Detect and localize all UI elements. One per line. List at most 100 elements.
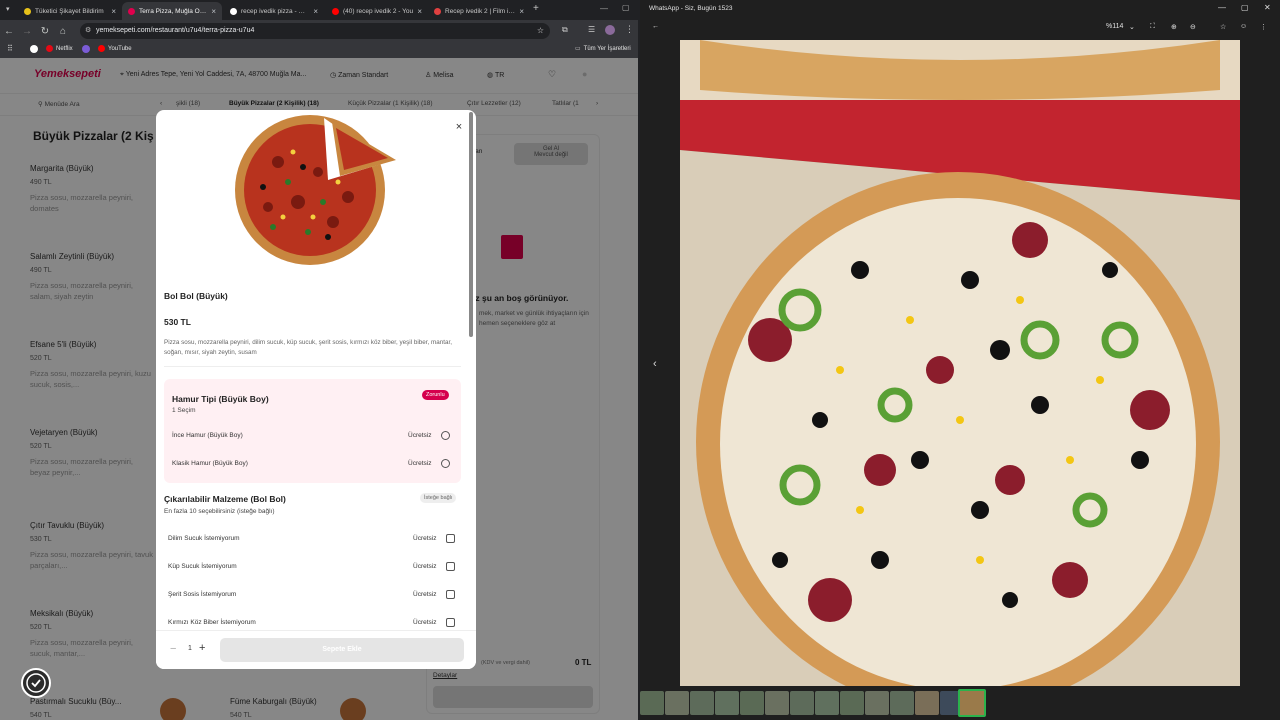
thumbnail-strip [640,689,1280,717]
thumbnail[interactable] [665,691,689,715]
star-icon[interactable]: ☆ [1220,23,1226,31]
option-row[interactable]: Dilim Sucuk İstemiyorum Ücretsiz [164,528,461,556]
previous-image-icon[interactable]: ‹ [653,358,657,370]
thumbnail[interactable] [865,691,889,715]
viewer-title: WhatsApp - Siz, Bugün 1523 [649,5,733,12]
checkbox[interactable] [446,534,455,543]
tab-1[interactable]: Tüketici Şikayet Bildirim × [18,2,122,20]
zoom-in-icon[interactable]: ⊕ [1171,23,1177,31]
thumbnail[interactable] [890,691,914,715]
apps-icon[interactable]: ⠿ [7,44,13,53]
checkbox[interactable] [446,590,455,599]
option-label: Dilim Sucuk İstemiyorum [168,535,240,542]
option-price: Ücretsiz [413,563,437,570]
maximize-icon[interactable]: ▢ [1241,3,1249,12]
tab-2[interactable]: Terra Pizza, Muğla Onlin × [122,2,222,20]
thumbnail[interactable] [915,691,939,715]
site-info-icon[interactable]: ⚙ [85,23,91,39]
thumbnail[interactable] [840,691,864,715]
tab-3[interactable]: recep ivedik pizza - Goo × [224,2,324,20]
zoom-dropdown-icon[interactable]: ⌄ [1129,23,1135,31]
extensions-icon[interactable]: ⧉ [562,25,568,35]
checkbox[interactable] [446,618,455,627]
pizza-image [235,115,396,265]
thumbnail[interactable] [815,691,839,715]
option-label: Klasik Hamur (Büyük Boy) [172,460,248,467]
all-bookmarks[interactable]: ▭ Tüm Yer İşaretleri [575,45,631,53]
option-price: Ücretsiz [413,591,437,598]
radio-button[interactable] [441,431,450,440]
option-row[interactable]: İnce Hamur (Büyük Boy) Ücretsiz [164,419,461,447]
option-row[interactable]: Klasik Hamur (Büyük Boy) Ücretsiz [164,447,461,475]
close-tab-icon[interactable]: × [313,7,318,16]
menu-icon[interactable]: ⋮ [625,24,634,35]
tab-search-icon[interactable]: ▾ [6,5,10,13]
profile-avatar[interactable] [605,25,615,35]
new-tab-button[interactable]: + [533,3,539,14]
item-price: 530 TL [164,317,191,327]
bookmark-netflix[interactable]: Netflix [46,45,73,52]
back-icon[interactable]: ← [0,26,18,37]
emoji-icon[interactable]: ☺ [1240,23,1247,30]
sidebar-icon[interactable]: ☰ [588,25,595,34]
maximize-icon[interactable]: ▢ [622,3,630,12]
checkbox[interactable] [446,562,455,571]
pizza-photo [680,40,1240,686]
bookmark-star-icon[interactable]: ☆ [537,23,544,39]
tab-4[interactable]: (40) recep ivedik 2 - You × [326,2,428,20]
option-label: İnce Hamur (Büyük Boy) [172,432,243,439]
home-icon[interactable]: ⌂ [54,26,72,37]
close-tab-icon[interactable]: × [417,7,422,16]
optional-badge: İsteğe bağlı [420,493,457,503]
thumbnail[interactable] [715,691,739,715]
option-group-subtitle: 1 Seçim [172,407,196,414]
thumbnail[interactable] [690,691,714,715]
zoom-level[interactable]: %114 [1106,23,1123,30]
tab-title: recep ivedik pizza - Goo [241,7,310,15]
fit-screen-icon[interactable]: ⛶ [1150,23,1155,31]
close-icon[interactable]: ✕ [1264,3,1271,12]
app-icon[interactable] [82,45,90,53]
minimize-icon[interactable]: — [1218,3,1226,12]
back-icon[interactable]: ← [652,23,659,30]
product-modal: × Bol Bol (Büyük) 530 TL Pizza sosu, moz… [156,110,476,669]
photo-viewer-window: WhatsApp - Siz, Bugün 1523 — ▢ ✕ ← %114 … [640,0,1280,720]
close-tab-icon[interactable]: × [211,7,216,16]
address-bar[interactable]: ⚙ yemeksepeti.com/restaurant/u7u4/terra-… [80,23,550,39]
close-modal-button[interactable]: × [452,120,466,134]
google-icon[interactable] [30,45,38,53]
reload-icon[interactable]: ↻ [36,26,54,37]
option-row[interactable]: Küp Sucuk İstemiyorum Ücretsiz [164,556,461,584]
modal-scrollbar[interactable] [469,112,473,337]
thumbnail-selected[interactable] [958,689,986,717]
bookmark-youtube[interactable]: YouTube [98,45,132,52]
thumbnail[interactable] [790,691,814,715]
thumbnail[interactable] [740,691,764,715]
radio-button[interactable] [441,459,450,468]
security-shield-icon[interactable] [21,668,51,698]
zoom-out-icon[interactable]: ⊖ [1190,23,1196,31]
thumbnail[interactable] [640,691,664,715]
quantity-minus-button[interactable]: − [170,643,176,655]
option-price: Ücretsiz [413,535,437,542]
minimize-icon[interactable]: — [600,4,608,13]
viewer-toolbar: ← %114 ⌄ ⛶ ⊕ ⊖ ☆ ☺ ⋮ [640,18,1280,38]
divider [164,366,461,367]
url-text: yemeksepeti.com/restaurant/u7u4/terra-pi… [96,27,255,34]
forward-icon[interactable]: → [18,26,36,37]
option-row[interactable]: Kırmızı Köz Biber İstemiyorum Ücretsiz [164,612,461,630]
thumbnail[interactable] [765,691,789,715]
more-icon[interactable]: ⋮ [1260,23,1267,31]
close-tab-icon[interactable]: × [111,7,116,16]
add-to-cart-button[interactable]: Sepete Ekle [220,638,464,662]
tab-favicon-icon [128,7,135,15]
option-price: Ücretsiz [408,460,432,467]
close-tab-icon[interactable]: × [519,7,524,16]
item-name: Bol Bol (Büyük) [164,291,228,301]
tab-5[interactable]: Recep ivedik 2 | Film izle × [428,2,530,20]
option-row[interactable]: Şerit Sosis İstemiyorum Ücretsiz [164,584,461,612]
modal-content: × Bol Bol (Büyük) 530 TL Pizza sosu, moz… [156,110,476,630]
option-group-title: Çıkarılabilir Malzeme (Bol Bol) [164,494,286,504]
quantity-plus-button[interactable]: + [199,642,205,654]
tab-title: (40) recep ivedik 2 - You [343,7,414,15]
